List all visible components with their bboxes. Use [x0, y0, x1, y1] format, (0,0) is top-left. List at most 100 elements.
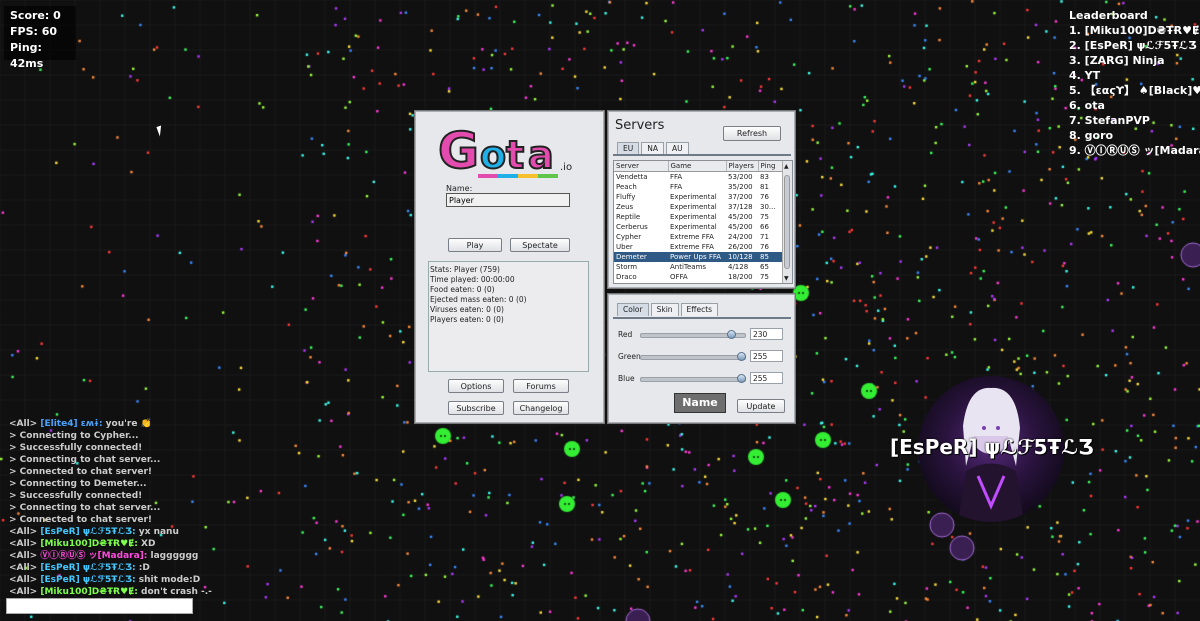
column-header-game[interactable]: Game — [668, 161, 727, 172]
scroll-thumb[interactable] — [784, 175, 790, 269]
ping-cell: 76 — [760, 243, 769, 251]
chat-prefix: <All> — [9, 539, 41, 549]
players-cell: 45/200 — [728, 213, 753, 221]
players-cell: 10/128 — [726, 252, 758, 262]
leaderboard: Leaderboard 1. [Miku100]D₴ŦɌ♥Ɇ 2. [EsPeR… — [1063, 8, 1200, 158]
server-name-cell: Draco — [616, 273, 637, 281]
green-slider[interactable] — [640, 352, 746, 361]
chat-author[interactable]: [Miku100]D₴ŦɌ♥Ɇ: — [40, 587, 138, 597]
server-name-cell: Fluffy — [616, 193, 636, 201]
game-mode-cell: FFA — [670, 183, 683, 191]
servers-panel: Servers Refresh EU NA AU Server Game Pla… — [608, 111, 795, 288]
server-row[interactable]: Demeter Power Ups FFA 10/128 85 — [614, 252, 782, 262]
ping-cell: 76 — [760, 193, 769, 201]
red-slider-knob[interactable] — [727, 330, 737, 339]
red-slider[interactable] — [640, 330, 746, 339]
server-row[interactable]: Cerberus Experimental 45/200 66 — [614, 222, 782, 232]
server-row[interactable]: Fluffy Experimental 37/200 76 — [614, 192, 782, 202]
server-row[interactable]: Zeus Experimental 37/128 30... — [614, 202, 782, 212]
green-value[interactable]: 255 — [750, 350, 783, 362]
chat-prefix: <All> — [9, 551, 41, 561]
ping-text: Ping: 42ms — [10, 41, 44, 70]
options-button[interactable]: Options — [448, 379, 504, 393]
chat-author[interactable]: ⓋⒾⓇⓊⓈ ッ[Madara]: — [40, 551, 147, 561]
chat-author[interactable]: [Elite4] ɛʍɨ: — [40, 419, 102, 429]
hud-stats: Score: 0 FPS: 60 Ping: 42ms — [4, 6, 76, 70]
server-row[interactable]: Draco OFFA 18/200 75 — [614, 272, 782, 282]
scroll-down-icon[interactable]: ▼ — [784, 275, 789, 282]
server-name-cell: Peach — [616, 183, 637, 191]
chat-input[interactable] — [6, 598, 193, 614]
green-label: Green — [618, 352, 641, 361]
update-button[interactable]: Update — [737, 399, 785, 413]
chat-text: yx nanu — [135, 527, 179, 537]
leaderboard-entry: 3. [ZARG] Ninja — [1069, 54, 1165, 67]
server-row[interactable]: Storm AntiTeams 4/128 65 — [614, 262, 782, 272]
players-cell: 18/200 — [728, 273, 753, 281]
chat-message: <All> [EsPeR] ψℒℱ5ŦℒƷ: :D — [9, 562, 289, 574]
chat-message: > Connected to chat server! — [9, 514, 289, 526]
subscribe-button[interactable]: Subscribe — [448, 401, 504, 415]
leaderboard-entry: 6. ota — [1069, 99, 1105, 112]
chat-message: <All> [Miku100]D₴ŦɌ♥Ɇ: XD — [9, 538, 289, 550]
svg-text:G: G — [438, 122, 479, 180]
leaderboard-entry: 9. ⓋⒾⓇⓊⓈ ッ[Madara] — [1069, 144, 1200, 157]
chat-prefix: <All> — [9, 587, 41, 597]
game-mode-cell: Experimental — [670, 213, 717, 221]
name-input[interactable] — [446, 193, 570, 207]
blue-label: Blue — [618, 374, 635, 383]
appearance-panel: Color Skin Effects Red 230 Green 255 Blu… — [608, 294, 795, 423]
ping-cell: 75 — [760, 213, 769, 221]
chat-text: > Successfully connected! — [9, 491, 143, 501]
chat-author[interactable]: [EsPeR] ψℒℱ5ŦℒƷ: — [40, 563, 135, 573]
column-header-players[interactable]: Players — [726, 161, 759, 172]
server-list-scrollbar[interactable]: ▲ ▼ — [782, 161, 792, 283]
svg-text:t: t — [506, 133, 524, 177]
blue-slider-knob[interactable] — [737, 374, 746, 383]
scroll-up-icon[interactable]: ▲ — [784, 163, 789, 170]
chat-author[interactable]: [EsPeR] ψℒℱ5ŦℒƷ: — [40, 527, 135, 537]
server-row[interactable]: Reptile Experimental 45/200 75 — [614, 212, 782, 222]
server-row[interactable]: Peach FFA 35/200 81 — [614, 182, 782, 192]
chat-text: > Successfully connected! — [9, 443, 143, 453]
chat-message: > Successfully connected! — [9, 442, 289, 454]
chat-text: :D — [135, 563, 150, 573]
chat-author[interactable]: [EsPeR] ψℒℱ5ŦℒƷ: — [40, 575, 135, 585]
forums-button[interactable]: Forums — [513, 379, 569, 393]
chat-message: > Connected to chat server! — [9, 466, 289, 478]
chat-text: > Connected to chat server! — [9, 467, 152, 477]
green-slider-knob[interactable] — [737, 352, 746, 361]
chat-author[interactable]: [Miku100]D₴ŦɌ♥Ɇ: — [40, 539, 138, 549]
spectate-button[interactable]: Spectate — [510, 238, 570, 252]
play-button[interactable]: Play — [448, 238, 502, 252]
column-header-server[interactable]: Server — [614, 161, 669, 172]
server-row[interactable]: Cypher Extreme FFA 24/200 71 — [614, 232, 782, 242]
main-menu-panel: G o t a .io Name: Play Spectate Stats: P… — [415, 111, 604, 423]
tab-color[interactable]: Color — [617, 303, 649, 316]
game-mode-cell: Experimental — [670, 193, 717, 201]
refresh-button[interactable]: Refresh — [723, 126, 781, 141]
red-value[interactable]: 230 — [750, 328, 783, 340]
column-header-ping[interactable]: Ping — [758, 161, 783, 172]
chat-text: lagggggg — [147, 551, 199, 561]
tab-effects[interactable]: Effects — [680, 303, 719, 316]
player-cell-name: [EsPeR] ψℒℱ5ŦℒƷ — [890, 435, 1094, 459]
blue-value[interactable]: 255 — [750, 372, 783, 384]
chat-text: > Connecting to chat server... — [9, 455, 161, 465]
changelog-button[interactable]: Changelog — [513, 401, 569, 415]
ping-cell: 83 — [760, 173, 769, 181]
chat-prefix: <All> — [9, 563, 41, 573]
ping-cell: 75 — [760, 273, 769, 281]
server-row[interactable]: Vendetta FFA 53/200 83 — [614, 172, 782, 183]
blue-slider[interactable] — [640, 374, 746, 383]
fps-text: FPS: 60 — [10, 25, 58, 38]
tab-skin[interactable]: Skin — [650, 303, 679, 316]
players-cell: 37/200 — [728, 193, 753, 201]
game-mode-cell: Experimental — [670, 223, 717, 231]
servers-title: Servers — [615, 118, 665, 133]
players-cell: 45/200 — [728, 223, 753, 231]
game-mode-cell: Extreme FFA — [670, 243, 714, 251]
game-mode-cell: OFFA — [670, 273, 688, 281]
chat-text: shit mode:D — [135, 575, 201, 585]
server-row[interactable]: Uber Extreme FFA 26/200 76 — [614, 242, 782, 252]
